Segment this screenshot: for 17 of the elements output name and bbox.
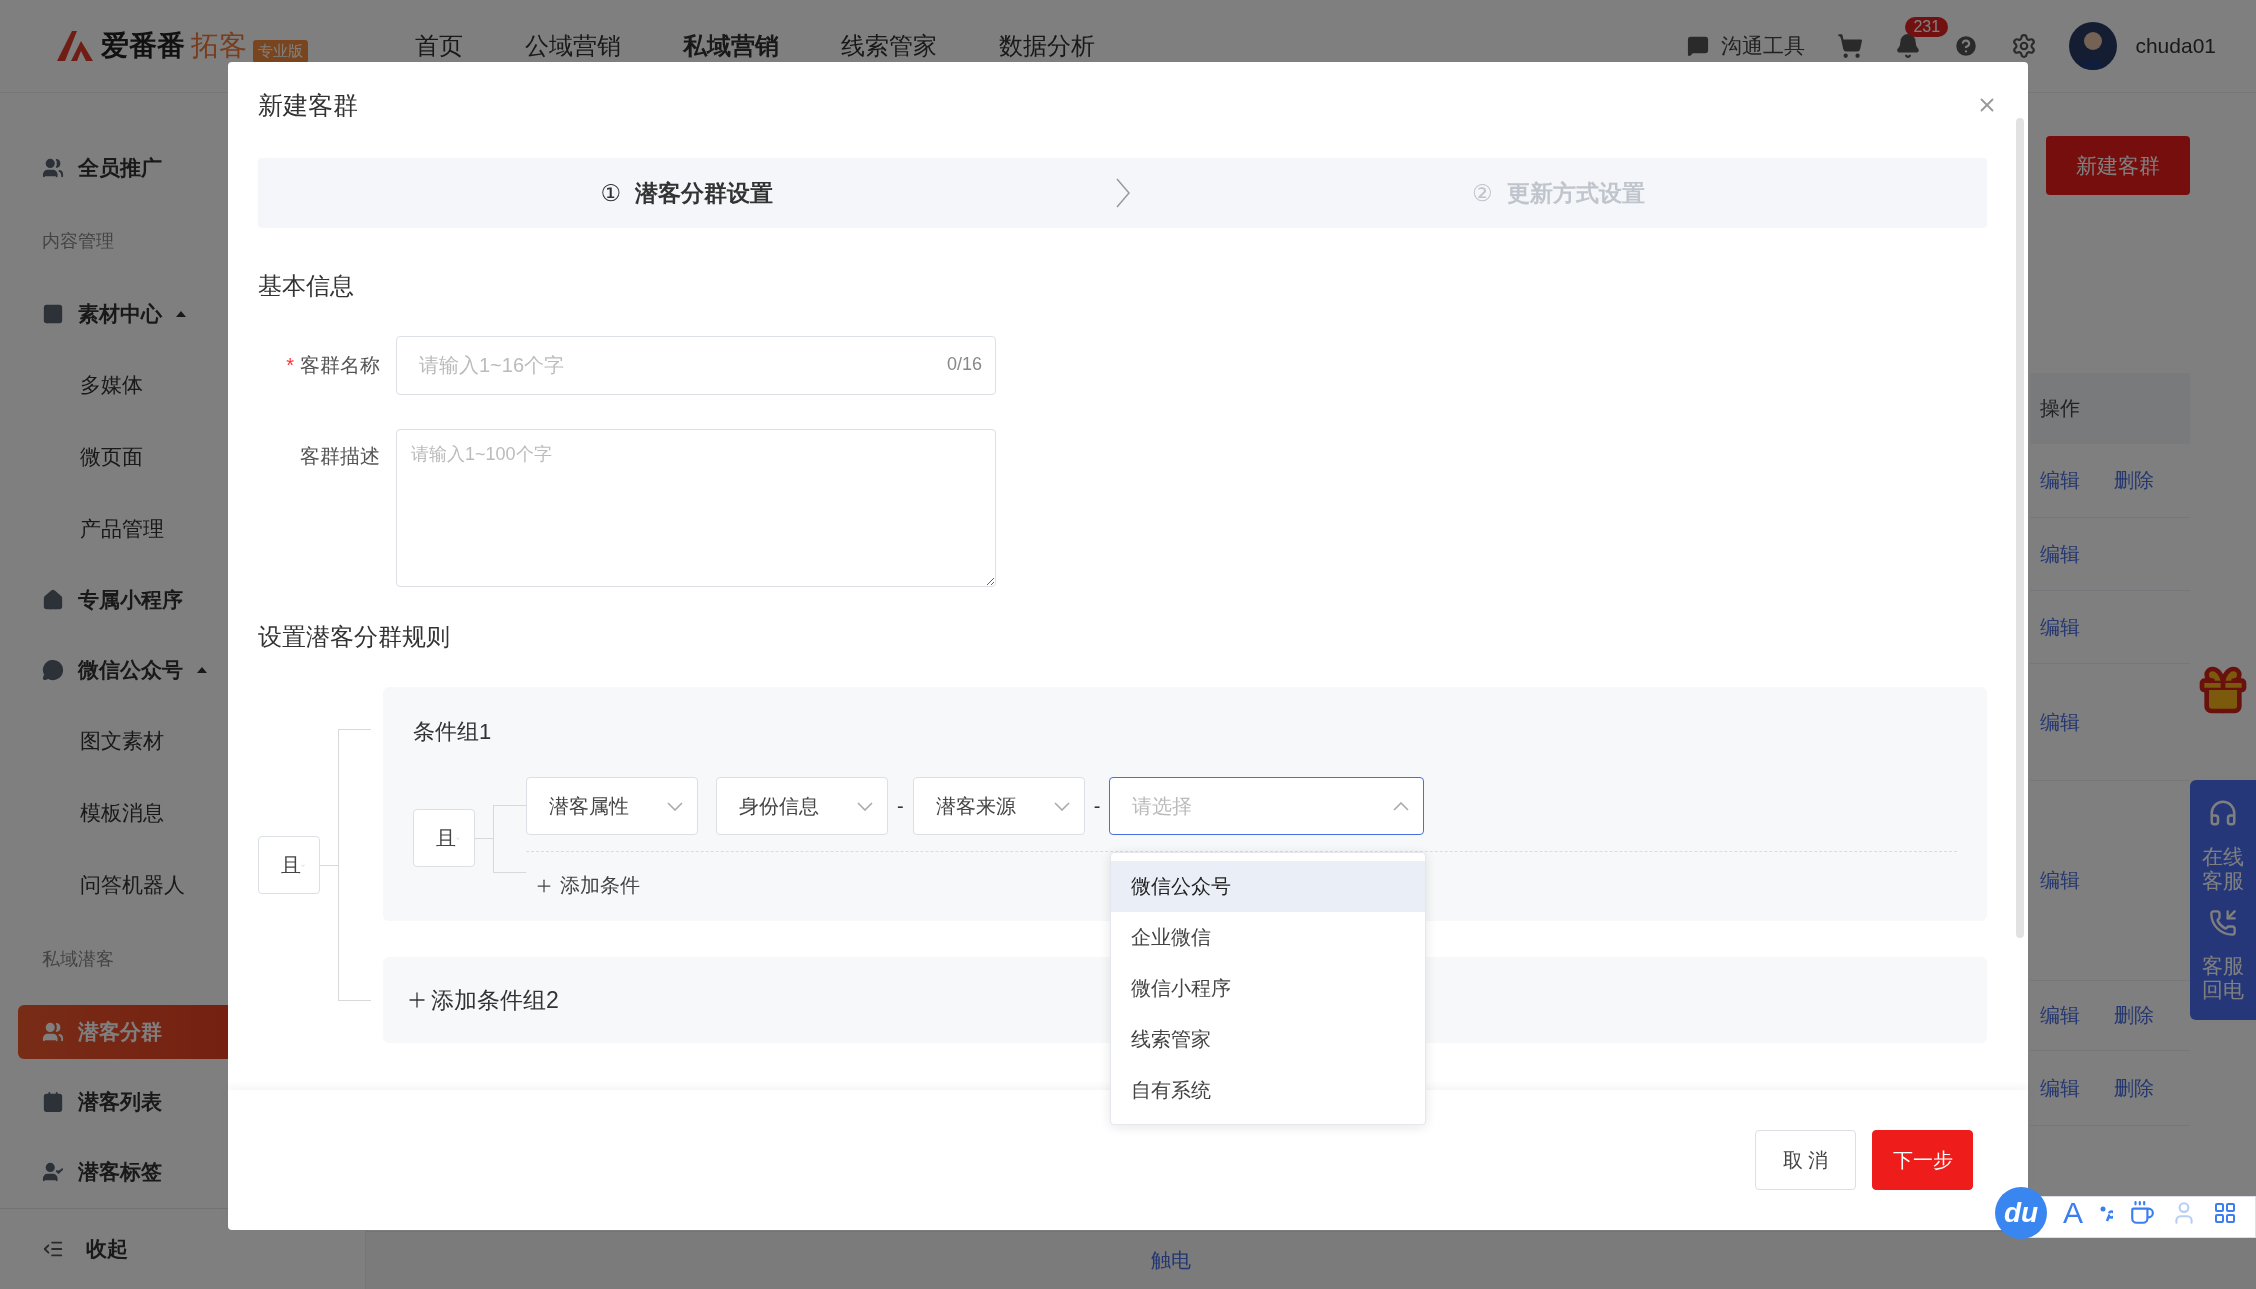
dialog-title: 新建客群 [258, 89, 358, 121]
separator: - [897, 794, 904, 818]
sidebar-heading: 私域潜客 [41, 948, 115, 971]
logo-name: 爱番番 [101, 29, 185, 63]
separator: - [1093, 794, 1101, 818]
user-name: chuda01 [2135, 34, 2216, 58]
section-title: 基本信息 [258, 271, 355, 301]
field-label: 客群描述 [299, 444, 380, 469]
group-title: 条件组1 [413, 718, 493, 746]
edition-badge: 专业版 [253, 39, 308, 63]
sidebar-heading: 内容管理 [41, 230, 115, 253]
field-label: * 客群名称 [285, 353, 380, 378]
character-counter: 0/16 [946, 354, 982, 375]
notification-badge: 231 [1905, 17, 1949, 37]
table-header-cell: 操作 [2030, 373, 2190, 444]
section-title: 设置潜客分群规则 [258, 622, 451, 652]
logo-product: 拓客 [191, 29, 247, 63]
